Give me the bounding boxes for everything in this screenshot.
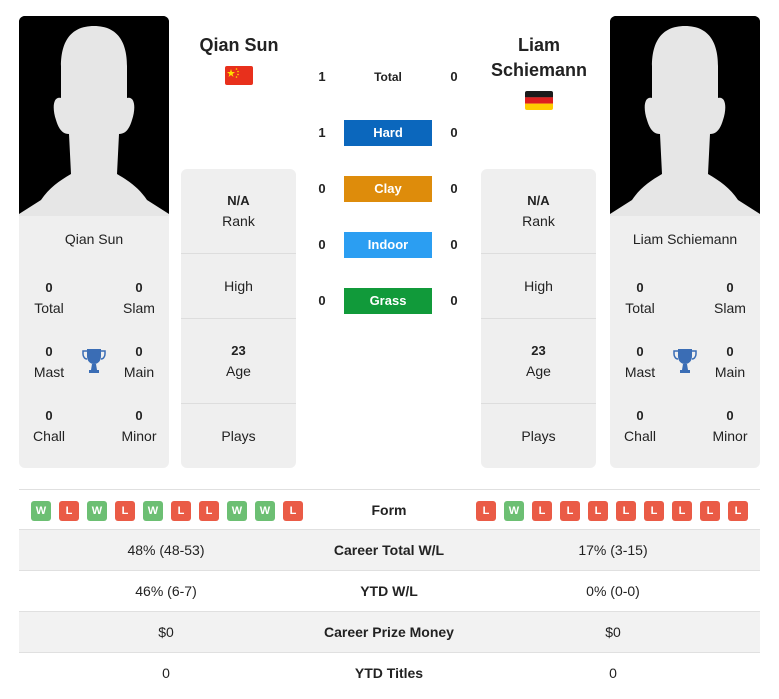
right-age: 23 Age	[481, 319, 596, 404]
h2h-row-total: 1 Total 0	[300, 64, 480, 90]
right-info-card: N/A Rank High 23 Age Plays	[481, 169, 596, 468]
form-badge-win[interactable]: W	[227, 501, 247, 521]
left-stat-value: $0	[158, 624, 174, 640]
right-player-photo	[610, 16, 760, 216]
silhouette-icon	[19, 16, 169, 216]
stat-label: Career Prize Money	[324, 624, 454, 640]
form-badge-loss[interactable]: L	[588, 501, 608, 521]
form-badge-loss[interactable]: L	[532, 501, 552, 521]
right-plays: Plays	[521, 428, 556, 444]
left-stat-value: 0	[162, 665, 170, 681]
right-high: High	[481, 254, 596, 319]
right-stat-value: 0	[609, 665, 617, 681]
right-stat-value: 0% (0-0)	[586, 583, 640, 599]
left-titles-main: 0 Main	[123, 344, 155, 380]
stat-label: YTD W/L	[360, 583, 418, 599]
right-player-header: Liam Schiemann	[474, 33, 604, 113]
right-player-name-label: Liam Schiemann	[632, 231, 738, 247]
right-player-name-line1[interactable]: Liam	[474, 33, 604, 58]
left-titles-slam: 0 Slam	[123, 280, 155, 316]
form-badge-loss[interactable]: L	[560, 501, 580, 521]
form-badge-loss[interactable]: L	[115, 501, 135, 521]
surface-label-total: Total	[374, 70, 402, 84]
trophy-icon	[82, 348, 106, 374]
surface-badge-hard[interactable]: Hard	[344, 120, 432, 146]
right-titles-slam: 0 Slam	[714, 280, 746, 316]
form-badge-loss[interactable]: L	[728, 501, 748, 521]
right-stat-value: $0	[605, 624, 621, 640]
stat-label: Career Total W/L	[333, 542, 445, 558]
germany-flag-icon	[525, 91, 553, 110]
form-badge-loss[interactable]: L	[672, 501, 692, 521]
form-badge-loss[interactable]: L	[644, 501, 664, 521]
form-badge-win[interactable]: W	[87, 501, 107, 521]
stat-row-ytd-wl: 46% (6-7) YTD W/L 0% (0-0)	[19, 571, 760, 612]
left-player-name-label: Qian Sun	[64, 231, 124, 247]
form-badge-win[interactable]: W	[255, 501, 275, 521]
left-player-photo	[19, 16, 169, 216]
stat-label: YTD Titles	[354, 665, 424, 681]
stat-row-career-total-wl: 48% (48-53) Career Total W/L 17% (3-15)	[19, 530, 760, 571]
left-titles-mast: 0 Mast	[33, 344, 65, 380]
left-info-card: N/A Rank High 23 Age Plays	[181, 169, 296, 468]
left-high: High	[181, 254, 296, 319]
right-titles-chall: 0 Chall	[624, 408, 656, 444]
left-titles-total: 0 Total	[34, 280, 64, 316]
left-titles-minor: 0 Minor	[121, 408, 157, 444]
stat-row-ytd-titles: 0 YTD Titles 0	[19, 653, 760, 694]
form-badge-loss[interactable]: L	[616, 501, 636, 521]
form-row: WLWLWLLWWL Form LWLLLLLLLL	[19, 489, 760, 530]
form-label: Form	[371, 502, 407, 518]
china-flag-icon	[225, 66, 253, 85]
left-rank: N/A Rank	[181, 169, 296, 254]
form-badge-loss[interactable]: L	[283, 501, 303, 521]
left-age: 23 Age	[181, 319, 296, 404]
right-player-name-line2[interactable]: Schiemann	[474, 58, 604, 83]
left-stat-value: 48% (48-53)	[127, 542, 205, 558]
right-titles-total: 0 Total	[625, 280, 655, 316]
surface-badge-grass[interactable]: Grass	[344, 288, 432, 314]
right-stat-value: 17% (3-15)	[578, 542, 648, 558]
h2h-row-hard: 1 Hard 0	[300, 120, 480, 146]
form-badge-loss[interactable]: L	[199, 501, 219, 521]
form-badge-win[interactable]: W	[143, 501, 163, 521]
left-player-name[interactable]: Qian Sun	[174, 33, 304, 58]
left-titles-chall: 0 Chall	[33, 408, 65, 444]
form-badge-loss[interactable]: L	[700, 501, 720, 521]
form-badge-loss[interactable]: L	[476, 501, 496, 521]
left-plays: Plays	[221, 428, 256, 444]
h2h-row-grass: 0 Grass 0	[300, 288, 480, 314]
trophy-icon	[673, 348, 697, 374]
surface-badge-clay[interactable]: Clay	[344, 176, 432, 202]
right-titles-minor: 0 Minor	[712, 408, 748, 444]
right-rank: N/A Rank	[481, 169, 596, 254]
silhouette-icon	[610, 16, 760, 216]
left-player-card: Qian Sun 0 Total 0 Slam 0 Mast 0 Main 0 …	[19, 16, 169, 468]
right-player-card: Liam Schiemann 0 Total 0 Slam 0 Mast 0 M…	[610, 16, 760, 468]
form-badge-loss[interactable]: L	[59, 501, 79, 521]
right-titles-mast: 0 Mast	[624, 344, 656, 380]
form-badge-win[interactable]: W	[504, 501, 524, 521]
left-player-header: Qian Sun	[174, 33, 304, 88]
left-stat-value: 46% (6-7)	[135, 583, 197, 599]
h2h-row-clay: 0 Clay 0	[300, 176, 480, 202]
form-badge-win[interactable]: W	[31, 501, 51, 521]
stat-row-career-prize-money: $0 Career Prize Money $0	[19, 612, 760, 653]
surface-badge-indoor[interactable]: Indoor	[344, 232, 432, 258]
right-titles-main: 0 Main	[714, 344, 746, 380]
h2h-row-indoor: 0 Indoor 0	[300, 232, 480, 258]
form-badge-loss[interactable]: L	[171, 501, 191, 521]
